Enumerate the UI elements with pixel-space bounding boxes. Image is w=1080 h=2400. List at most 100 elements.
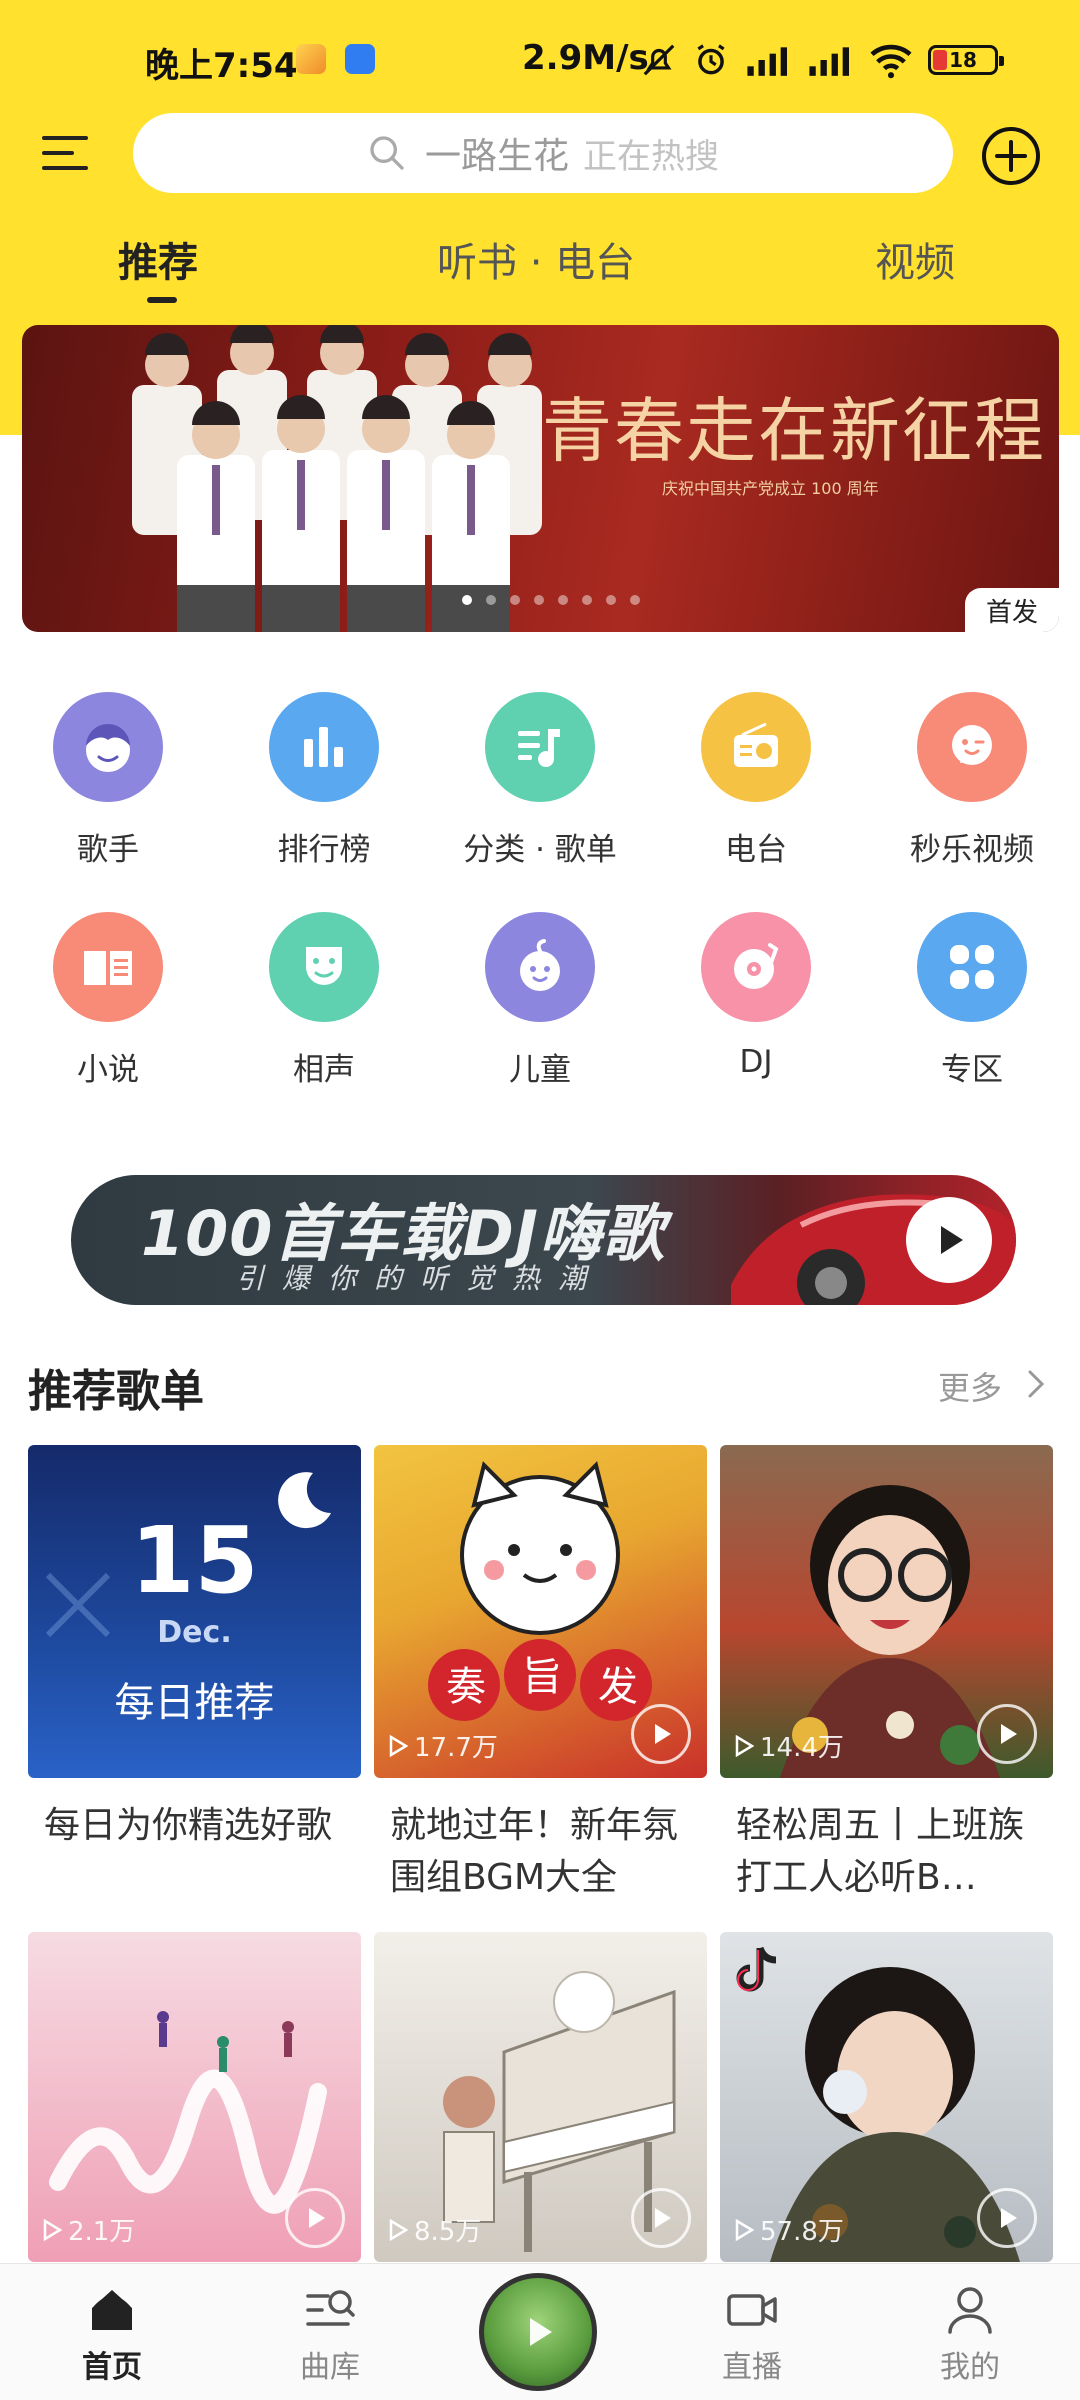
wink-face-icon	[917, 692, 1027, 802]
daily-label: 每日推荐	[114, 1680, 275, 1726]
promo-subtitle: 引爆你的听觉热潮	[236, 1262, 605, 1295]
play-count-value: 14.4万	[760, 1733, 844, 1763]
playlist-card[interactable]: 奏 旨 发 17.7万 就地过年！新年氛围组BGM大全	[374, 1445, 707, 1904]
nav-library[interactable]: 曲库	[260, 2282, 400, 2386]
playlist-card[interactable]: 14.4万 轻松周五丨上班族打工人必听B…	[720, 1445, 1053, 1904]
play-count: 14.4万	[734, 1727, 844, 1764]
category-label: 儿童	[509, 1052, 571, 1088]
category-radio[interactable]: 电台	[648, 692, 864, 882]
play-button[interactable]	[977, 1704, 1037, 1764]
category-singer[interactable]: 歌手	[0, 692, 216, 882]
category-label: 专区	[941, 1052, 1003, 1088]
playlist-cover: 2.1万	[28, 1932, 361, 2262]
section-more-link[interactable]: 更多	[938, 1363, 1002, 1409]
category-novel[interactable]: 小说	[0, 912, 216, 1102]
play-count-value: 8.5万	[414, 2217, 482, 2247]
play-icon	[309, 2208, 325, 2228]
profile-icon	[948, 2287, 992, 2334]
svg-text:发: 发	[598, 1664, 638, 1710]
nav-live[interactable]: 直播	[682, 2282, 822, 2386]
playlist-cover: 57.8万	[720, 1932, 1053, 2262]
singer-face-icon	[53, 692, 163, 802]
play-count-value: 57.8万	[760, 2217, 844, 2247]
tab-recommend[interactable]: 推荐	[118, 230, 198, 288]
add-icon[interactable]	[980, 125, 1042, 187]
vinyl-icon	[701, 912, 811, 1022]
battery-indicator: 18	[928, 45, 1004, 75]
signal-hd-icon-1	[747, 47, 787, 76]
search-icon	[370, 136, 404, 170]
playlist-card[interactable]: 2.1万	[28, 1932, 361, 2262]
playlist-title: 每日为你精选好歌	[44, 1805, 333, 1846]
banner-dot	[534, 595, 544, 605]
section-title: 推荐歌单	[28, 1366, 204, 1417]
status-bar: 晚上7:54 2.9M/s 18	[0, 0, 1080, 120]
play-count: 57.8万	[734, 2211, 844, 2248]
category-charts[interactable]: 排行榜	[216, 692, 432, 882]
play-icon	[655, 2208, 671, 2228]
category-crosstalk[interactable]: 相声	[216, 912, 432, 1102]
play-triangle-icon	[389, 1734, 408, 1757]
playlist-card[interactable]: 8.5万	[374, 1932, 707, 2262]
category-children[interactable]: 儿童	[432, 912, 648, 1102]
banner-title: 青春走在新征程	[542, 390, 1046, 472]
wifi-icon	[870, 44, 912, 79]
search-placeholder-main: 一路生花	[424, 136, 569, 177]
chevron-right-icon[interactable]	[1025, 1368, 1047, 1400]
playlist-card[interactable]: 57.8万	[720, 1932, 1053, 2262]
battery-level: 18	[949, 48, 977, 72]
mute-bell-icon	[643, 44, 675, 76]
play-button[interactable]	[977, 2188, 1037, 2248]
play-icon	[941, 1226, 963, 1254]
notification-shield-icon	[345, 44, 375, 74]
play-button[interactable]	[631, 1704, 691, 1764]
now-playing-disc-icon[interactable]	[479, 2273, 597, 2391]
dj-promo-banner[interactable]: 100首车载DJ嗨歌 引爆你的听觉热潮	[71, 1175, 1016, 1305]
status-time: 晚上7:54	[145, 46, 298, 86]
category-dj[interactable]: DJ	[648, 912, 864, 1102]
tab-audiobook-radio[interactable]: 听书 · 电台	[437, 230, 635, 288]
play-button[interactable]	[631, 2188, 691, 2248]
tab-indicator	[147, 297, 177, 303]
playlist-cover: 15 Dec. 每日推荐	[28, 1445, 361, 1778]
playlist-title: 就地过年！新年氛围组BGM大全	[390, 1805, 679, 1898]
status-icons: 18	[640, 38, 1004, 82]
play-triangle-icon	[735, 2218, 754, 2241]
promo-banner[interactable]: 青春走在新征程 庆祝中国共产党成立 100 周年 首发	[22, 325, 1059, 632]
banner-dot	[606, 595, 616, 605]
play-count: 17.7万	[388, 1727, 498, 1764]
nav-home[interactable]: 首页	[42, 2282, 182, 2386]
play-triangle-icon	[735, 1734, 754, 1757]
playlist-cover: 14.4万	[720, 1445, 1053, 1778]
banner-dot	[462, 595, 472, 605]
video-camera-icon	[727, 2294, 777, 2326]
menu-icon[interactable]	[40, 128, 90, 178]
play-count-value: 2.1万	[68, 2217, 136, 2247]
category-zone[interactable]: 专区	[864, 912, 1080, 1102]
playlist-cover: 8.5万	[374, 1932, 707, 2262]
tab-video[interactable]: 视频	[875, 230, 955, 288]
nav-profile[interactable]: 我的	[900, 2282, 1040, 2386]
notification-app-icon	[296, 44, 326, 74]
home-icon	[92, 2290, 132, 2330]
play-button[interactable]	[285, 2188, 345, 2248]
category-playlist[interactable]: 分类 · 歌单	[432, 692, 648, 882]
playlist-cover: 奏 旨 发 17.7万	[374, 1445, 707, 1778]
search-input[interactable]: 一路生花 正在热搜	[133, 113, 953, 193]
playlist-card[interactable]: 15 Dec. 每日推荐 每日为你精选好歌	[28, 1445, 361, 1904]
play-icon	[1001, 1724, 1017, 1744]
bar-chart-icon	[269, 692, 379, 802]
library-search-icon	[306, 2290, 355, 2326]
category-label: 分类 · 歌单	[463, 832, 617, 868]
promo-play-button[interactable]	[906, 1197, 992, 1283]
playlist-title: 轻松周五丨上班族打工人必听B…	[736, 1805, 1025, 1898]
banner-dot	[582, 595, 592, 605]
nav-label: 首页	[82, 2350, 142, 2385]
nav-label: 我的	[940, 2350, 1000, 2385]
banner-subtitle: 庆祝中国共产党成立 100 周年	[662, 479, 879, 498]
banner-dot	[510, 595, 520, 605]
alarm-icon	[697, 44, 725, 75]
category-short-video[interactable]: 秒乐视频	[864, 692, 1080, 882]
category-label: 歌手	[77, 832, 139, 868]
baby-face-icon	[485, 912, 595, 1022]
